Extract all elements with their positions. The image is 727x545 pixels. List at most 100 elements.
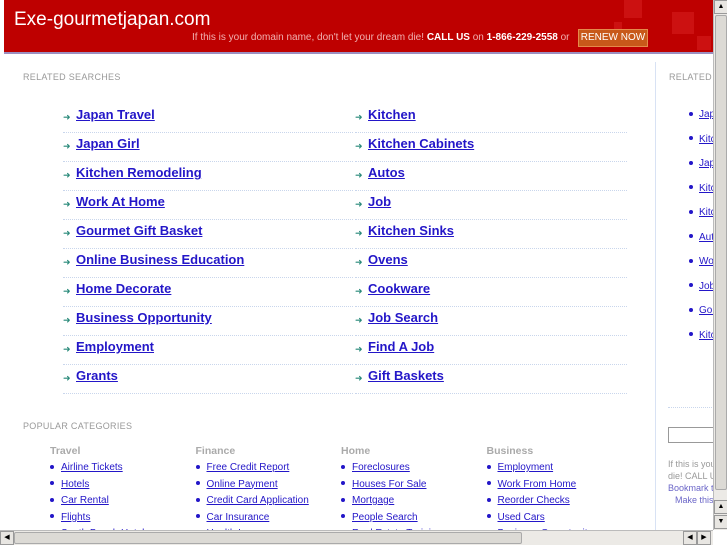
bookmark-link[interactable]: Bookmark this page: [668, 482, 713, 494]
related-search-item: ➜ Kitchen: [355, 104, 627, 133]
related-search-item: ➜ Japan Girl: [63, 133, 353, 162]
category-item: Car Insurance: [195, 512, 309, 529]
related-search-link[interactable]: Work At Home: [76, 194, 165, 209]
sidebar-search-input[interactable]: [668, 427, 713, 443]
related-search-item: ➜ Find A Job: [355, 336, 627, 365]
related-search-link[interactable]: Japan Girl: [76, 136, 140, 151]
sidebar-link[interactable]: Japan Girl: [699, 158, 713, 169]
category-link[interactable]: Airline Tickets: [61, 462, 123, 473]
related-search-item: ➜ Employment: [63, 336, 353, 365]
horizontal-scroll-thumb[interactable]: [14, 532, 522, 544]
category-link[interactable]: Car Rental: [61, 495, 109, 506]
horizontal-scrollbar[interactable]: ◀ ◀ ▶: [0, 530, 713, 545]
related-search-link[interactable]: Ovens: [368, 252, 408, 267]
bullet-icon: [195, 481, 200, 486]
arrow-icon: ➜: [63, 286, 71, 296]
sidebar-link[interactable]: Kitchen Remodeling: [699, 207, 713, 218]
arrow-icon: ➜: [63, 257, 71, 267]
category-title: Finance: [195, 445, 236, 457]
scroll-left-button-right[interactable]: ◀: [683, 531, 697, 545]
related-search-link[interactable]: Gift Baskets: [368, 368, 444, 383]
related-search-item: ➜ Kitchen Sinks: [355, 220, 627, 249]
vertical-scrollbar[interactable]: ▲ ▲ ▼: [713, 0, 727, 530]
arrow-icon: ➜: [355, 315, 363, 325]
viewport: Exe-gourmetjapan.com If this is your dom…: [0, 0, 713, 530]
bullet-icon: [689, 234, 693, 239]
related-search-link[interactable]: Job: [368, 194, 391, 209]
category-column: Finance Free Credit Report Online Payment C…: [195, 445, 309, 530]
related-search-link[interactable]: Job Search: [368, 310, 438, 325]
related-search-item: ➜ Work At Home: [63, 191, 353, 220]
category-item: Mortgage: [341, 495, 442, 512]
category-title: Travel: [50, 445, 81, 457]
related-search-link[interactable]: Find A Job: [368, 339, 434, 354]
scroll-down-button[interactable]: ▼: [714, 515, 727, 529]
related-search-link[interactable]: Japan Travel: [76, 107, 155, 122]
sidebar-item: Japan Girl: [689, 158, 713, 169]
sidebar-link[interactable]: Kitchen Sinks: [699, 330, 713, 341]
related-search-link[interactable]: Online Business Education: [76, 252, 244, 267]
category-link[interactable]: Mortgage: [352, 495, 394, 506]
related-search-link[interactable]: Employment: [76, 339, 154, 354]
category-link[interactable]: Foreclosures: [352, 462, 410, 473]
category-item: Credit Card Application: [195, 495, 309, 512]
scroll-up-button[interactable]: ▲: [714, 0, 727, 14]
make-homepage-link[interactable]: Make this your homepage: [668, 494, 713, 506]
scroll-left-button[interactable]: ◀: [0, 531, 14, 545]
sidebar-link[interactable]: Kitchen: [699, 134, 713, 145]
related-search-link[interactable]: Kitchen: [368, 107, 416, 122]
related-search-link[interactable]: Grants: [76, 368, 118, 383]
renew-now-button[interactable]: RENEW NOW: [578, 29, 648, 47]
bullet-icon: [486, 514, 491, 519]
related-search-link[interactable]: Kitchen Sinks: [368, 223, 454, 238]
category-link[interactable]: Reorder Checks: [498, 495, 570, 506]
category-link[interactable]: Credit Card Application: [207, 495, 309, 506]
related-search-link[interactable]: Gourmet Gift Basket: [76, 223, 202, 238]
sidebar-link[interactable]: Autos: [699, 232, 713, 243]
sidebar-link[interactable]: Gourmet Gift Basket: [699, 305, 713, 316]
category-link[interactable]: Flights: [61, 512, 90, 523]
category-link[interactable]: People Search: [352, 512, 418, 523]
arrow-icon: ➜: [63, 170, 71, 180]
popular-categories-heading: POPULAR CATEGORIES: [23, 421, 133, 431]
category-link[interactable]: Employment: [498, 462, 554, 473]
category-item: Employment: [486, 462, 593, 479]
category-link[interactable]: Hotels: [61, 479, 89, 490]
scroll-right-button[interactable]: ▶: [697, 531, 711, 545]
sidebar-item: Work At Home: [689, 256, 713, 267]
sidebar-link[interactable]: Job: [699, 281, 713, 292]
related-search-link[interactable]: Business Opportunity: [76, 310, 212, 325]
related-search-link[interactable]: Kitchen Cabinets: [368, 136, 474, 151]
vertical-scroll-thumb[interactable]: [715, 15, 727, 490]
category-link[interactable]: Used Cars: [498, 512, 545, 523]
sidebar-item: Kitchen Sinks: [689, 330, 713, 341]
arrow-icon: ➜: [355, 286, 363, 296]
related-search-item: ➜ Gourmet Gift Basket: [63, 220, 353, 249]
sidebar-link[interactable]: Work At Home: [699, 256, 713, 267]
bullet-icon: [689, 136, 693, 141]
category-link[interactable]: Free Credit Report: [207, 462, 290, 473]
category-link[interactable]: Work From Home: [498, 479, 577, 490]
category-link[interactable]: Car Insurance: [207, 512, 270, 523]
category-item: Car Rental: [50, 495, 149, 512]
bullet-icon: [50, 497, 54, 502]
related-search-item: ➜ Cookware: [355, 278, 627, 307]
arrow-icon: ➜: [355, 257, 363, 267]
related-search-link[interactable]: Cookware: [368, 281, 430, 296]
related-search-item: ➜ Japan Travel: [63, 104, 353, 133]
bullet-icon: [689, 160, 693, 165]
sidebar-link[interactable]: Kitchen Cabinets: [699, 183, 713, 194]
category-link[interactable]: Houses For Sale: [352, 479, 426, 490]
related-search-link[interactable]: Home Decorate: [76, 281, 171, 296]
sidebar-link[interactable]: Japan Travel: [699, 109, 713, 120]
related-search-item: ➜ Grants: [63, 365, 353, 394]
scroll-up-button-lower[interactable]: ▲: [714, 500, 727, 514]
related-search-item: ➜ Job: [355, 191, 627, 220]
category-link[interactable]: Online Payment: [207, 479, 278, 490]
bullet-icon: [689, 332, 693, 337]
related-search-link[interactable]: Kitchen Remodeling: [76, 165, 202, 180]
bullet-icon: [486, 481, 491, 486]
related-search-link[interactable]: Autos: [368, 165, 405, 180]
bullet-icon: [50, 464, 54, 469]
bullet-icon: [341, 481, 345, 486]
